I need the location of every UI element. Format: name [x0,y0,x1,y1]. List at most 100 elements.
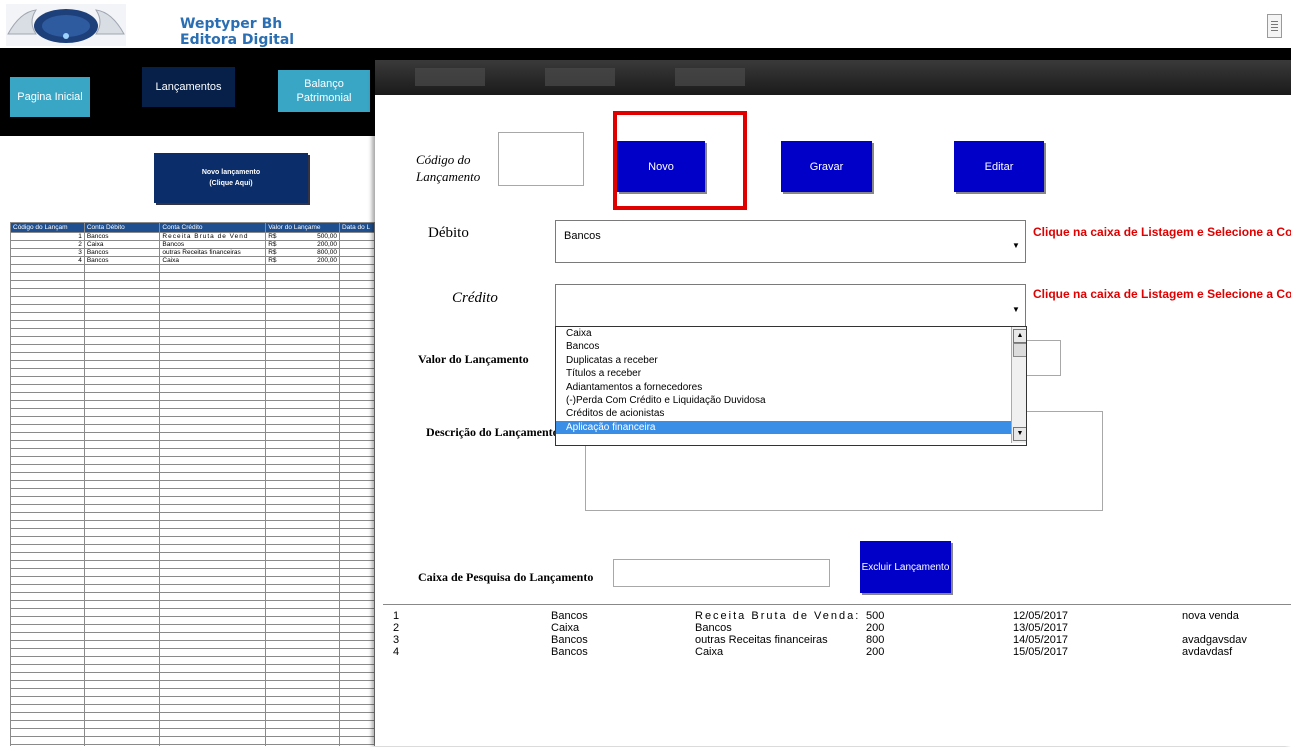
table-row[interactable] [10,496,375,505]
empty-cell[interactable] [159,584,267,593]
empty-cell[interactable] [83,520,161,529]
list-item[interactable]: Créditos de acionistas [556,407,1026,420]
empty-cell[interactable] [265,672,340,681]
empty-cell[interactable] [10,648,85,657]
empty-cell[interactable] [83,592,161,601]
empty-cell[interactable] [10,344,85,353]
empty-cell[interactable] [159,480,267,489]
empty-cell[interactable] [10,728,85,737]
table-row[interactable] [10,592,375,601]
empty-cell[interactable] [265,552,340,561]
empty-cell[interactable] [83,344,161,353]
empty-cell[interactable] [83,400,161,409]
scroll-thumb[interactable] [1013,343,1026,357]
table-row[interactable] [10,712,375,721]
nav-button-balanco-patrimonial[interactable]: Balanço Patrimonial [278,70,370,112]
empty-cell[interactable] [10,376,85,385]
empty-cell[interactable] [338,608,375,617]
empty-cell[interactable] [338,632,375,641]
column-header[interactable]: Conta Débito [83,222,161,233]
empty-cell[interactable] [265,472,340,481]
empty-cell[interactable] [265,528,340,537]
credito-dropdown-list[interactable]: Caixa Bancos Duplicatas a receber Título… [555,326,1027,446]
empty-cell[interactable] [83,632,161,641]
table-row[interactable] [10,656,375,665]
empty-cell[interactable] [338,440,375,449]
empty-cell[interactable] [265,296,340,305]
empty-cell[interactable] [10,640,85,649]
empty-cell[interactable] [159,512,267,521]
chevron-down-icon[interactable]: ▼ [1009,297,1023,323]
empty-cell[interactable] [159,624,267,633]
column-header[interactable]: Código do Lançam [10,222,85,233]
empty-cell[interactable] [265,360,340,369]
empty-cell[interactable] [338,656,375,665]
empty-cell[interactable] [83,544,161,553]
empty-cell[interactable] [159,400,267,409]
empty-cell[interactable] [338,584,375,593]
editar-button[interactable]: Editar [954,141,1044,192]
table-row[interactable] [10,640,375,649]
empty-cell[interactable] [159,600,267,609]
empty-cell[interactable] [10,664,85,673]
empty-cell[interactable] [159,376,267,385]
empty-cell[interactable] [159,664,267,673]
empty-cell[interactable] [338,480,375,489]
credito-combobox[interactable]: ▼ [555,284,1026,327]
table-row[interactable] [10,696,375,705]
empty-cell[interactable] [83,424,161,433]
empty-cell[interactable] [159,736,267,745]
empty-cell[interactable] [338,416,375,425]
table-row[interactable] [10,632,375,641]
table-row[interactable] [10,728,375,737]
empty-cell[interactable] [10,512,85,521]
table-row[interactable] [10,608,375,617]
table-row[interactable] [10,352,375,361]
empty-cell[interactable] [338,672,375,681]
empty-cell[interactable] [265,344,340,353]
empty-cell[interactable] [10,280,85,289]
empty-cell[interactable] [10,568,85,577]
empty-cell[interactable] [338,736,375,745]
table-row[interactable] [10,720,375,729]
empty-cell[interactable] [338,488,375,497]
empty-cell[interactable] [338,648,375,657]
empty-cell[interactable] [338,344,375,353]
empty-cell[interactable] [83,328,161,337]
empty-cell[interactable] [83,608,161,617]
empty-cell[interactable] [159,424,267,433]
empty-cell[interactable] [265,416,340,425]
empty-cell[interactable] [10,456,85,465]
empty-cell[interactable] [265,712,340,721]
cell-codigo[interactable]: 1 [10,232,85,241]
empty-cell[interactable] [83,448,161,457]
empty-cell[interactable] [83,624,161,633]
empty-cell[interactable] [10,272,85,281]
empty-cell[interactable] [10,616,85,625]
empty-cell[interactable] [83,536,161,545]
empty-cell[interactable] [83,496,161,505]
empty-cell[interactable] [338,720,375,729]
empty-cell[interactable] [10,496,85,505]
table-row[interactable] [10,296,375,305]
cell-data[interactable] [338,232,375,241]
empty-cell[interactable] [265,480,340,489]
empty-cell[interactable] [83,576,161,585]
empty-cell[interactable] [159,392,267,401]
empty-cell[interactable] [10,528,85,537]
empty-cell[interactable] [10,656,85,665]
empty-cell[interactable] [338,616,375,625]
empty-cell[interactable] [338,296,375,305]
empty-cell[interactable] [83,488,161,497]
empty-cell[interactable] [265,576,340,585]
empty-cell[interactable] [10,576,85,585]
list-item[interactable]: (-)Perda Com Crédito e Liquidação Duvido… [556,394,1026,407]
table-row[interactable] [10,368,375,377]
empty-cell[interactable] [10,552,85,561]
empty-cell[interactable] [338,520,375,529]
empty-cell[interactable] [159,704,267,713]
empty-cell[interactable] [338,280,375,289]
empty-cell[interactable] [338,360,375,369]
empty-cell[interactable] [10,464,85,473]
empty-cell[interactable] [83,384,161,393]
